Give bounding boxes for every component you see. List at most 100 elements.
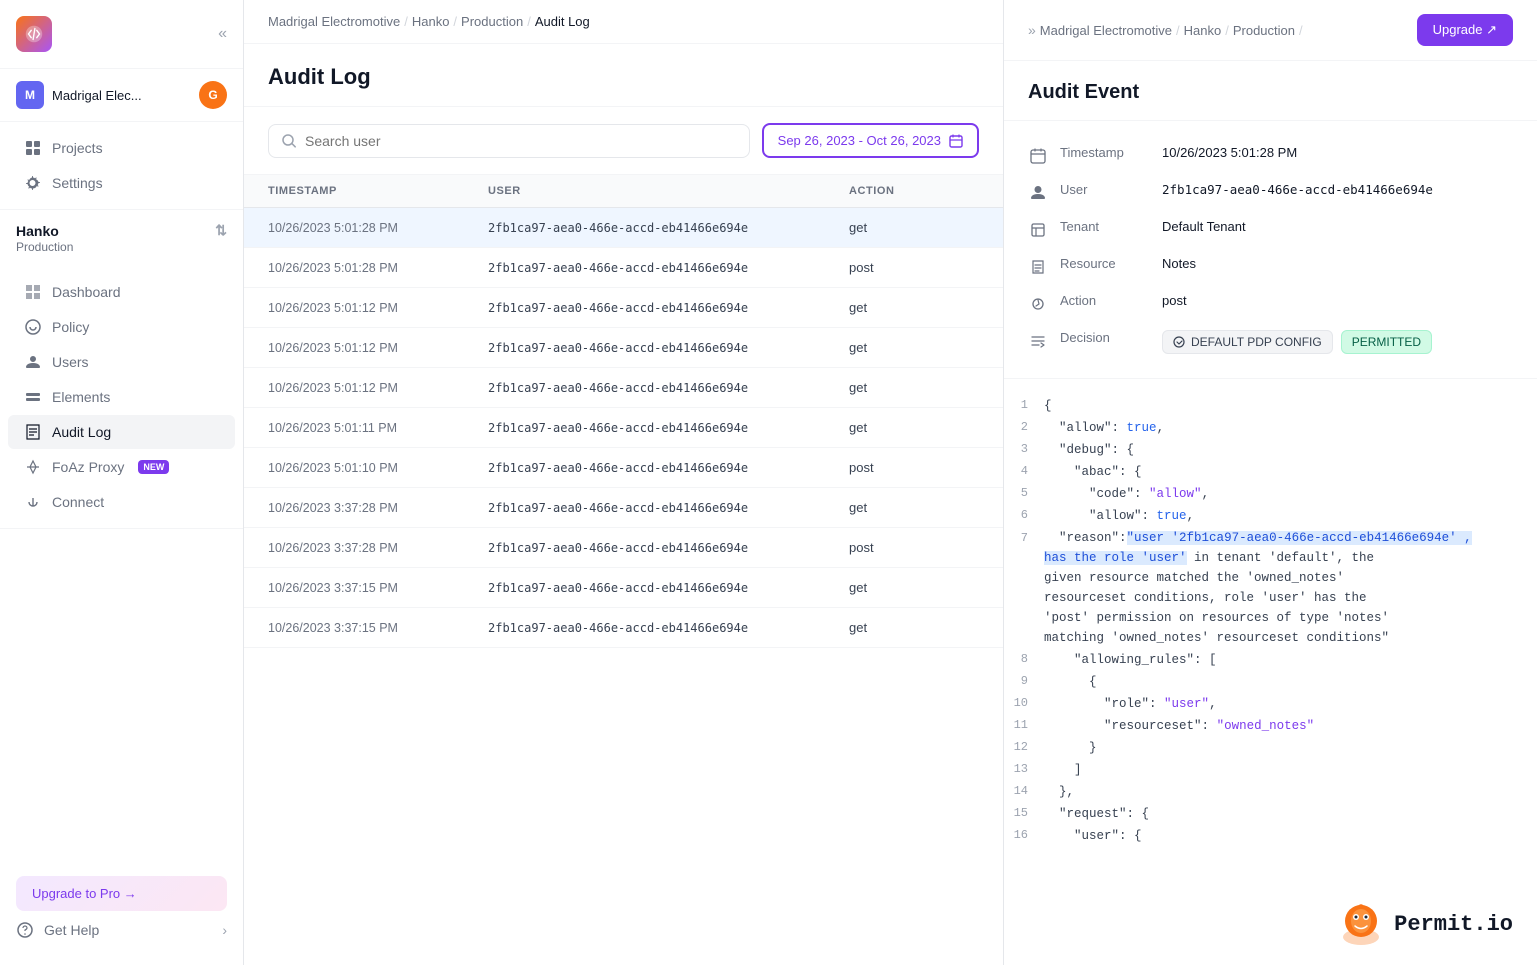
code-line-content: "role": "user", [1044,694,1537,714]
cell-user: 2fb1ca97-aea0-466e-accd-eb41466e694e [488,540,849,555]
line-number: 11 [1004,716,1044,736]
col-header-action: ACTION [849,185,979,197]
cell-action: get [849,420,979,435]
cell-action: get [849,380,979,395]
event-breadcrumb-madrigal[interactable]: Madrigal Electromotive [1040,23,1172,38]
cell-timestamp: 10/26/2023 3:37:28 PM [268,500,488,515]
sidebar-item-users[interactable]: Users [8,345,235,379]
cell-action: post [849,260,979,275]
detail-tenant: Tenant Default Tenant [1028,211,1513,248]
table-row[interactable]: 10/26/2023 5:01:28 PM 2fb1ca97-aea0-466e… [244,208,1003,248]
line-number: 10 [1004,694,1044,714]
pdp-icon [1173,336,1185,348]
code-line-content: { [1044,672,1537,692]
cell-timestamp: 10/26/2023 3:37:15 PM [268,620,488,635]
code-block: 1{2 "allow": true,3 "debug": {4 "abac": … [1004,379,1537,965]
cell-timestamp: 10/26/2023 3:37:15 PM [268,580,488,595]
sidebar-item-policy[interactable]: Policy [8,310,235,344]
calendar-icon [949,134,963,148]
table-row[interactable]: 10/26/2023 5:01:28 PM 2fb1ca97-aea0-466e… [244,248,1003,288]
table-row[interactable]: 10/26/2023 3:37:15 PM 2fb1ca97-aea0-466e… [244,568,1003,608]
detail-user: User 2fb1ca97-aea0-466e-accd-eb41466e694… [1028,174,1513,211]
get-help-item[interactable]: Get Help › [16,911,227,949]
cell-action: post [849,460,979,475]
cell-timestamp: 10/26/2023 3:37:28 PM [268,540,488,555]
detail-action: Action post [1028,285,1513,322]
breadcrumb-madrigal[interactable]: Madrigal Electromotive [268,14,400,29]
sidebar-item-policy-label: Policy [52,319,89,335]
sidebar-item-dashboard[interactable]: Dashboard [8,275,235,309]
cell-action: get [849,580,979,595]
table-row[interactable]: 10/26/2023 5:01:12 PM 2fb1ca97-aea0-466e… [244,328,1003,368]
decision-label: Decision [1060,330,1150,345]
sidebar-item-audit-log[interactable]: Audit Log [8,415,235,449]
table-row[interactable]: 10/26/2023 5:01:11 PM 2fb1ca97-aea0-466e… [244,408,1003,448]
cell-action: get [849,340,979,355]
audit-log-title-area: Audit Log [244,44,1003,107]
resource-icon [1028,257,1048,277]
table-row[interactable]: 10/26/2023 5:01:12 PM 2fb1ca97-aea0-466e… [244,288,1003,328]
sidebar-item-dashboard-label: Dashboard [52,284,121,300]
env-section: Hanko ⇅ Production [0,210,243,266]
sidebar-item-settings[interactable]: Settings [8,166,235,200]
cell-timestamp: 10/26/2023 5:01:12 PM [268,380,488,395]
detail-resource: Resource Notes [1028,248,1513,285]
cell-user: 2fb1ca97-aea0-466e-accd-eb41466e694e [488,260,849,275]
env-name[interactable]: Hanko ⇅ [16,222,227,239]
tenant-icon [1028,220,1048,240]
sidebar-item-connect[interactable]: Connect [8,485,235,519]
table-row[interactable]: 10/26/2023 3:37:28 PM 2fb1ca97-aea0-466e… [244,528,1003,568]
decision-badges: DEFAULT PDP CONFIG PERMITTED [1162,330,1432,354]
cell-timestamp: 10/26/2023 5:01:12 PM [268,300,488,315]
event-breadcrumb-hanko[interactable]: Hanko [1184,23,1222,38]
table-row[interactable]: 10/26/2023 3:37:28 PM 2fb1ca97-aea0-466e… [244,488,1003,528]
col-header-timestamp: TIMESTAMP [268,185,488,197]
code-line-content: }, [1044,782,1537,802]
workspace-selector[interactable]: M Madrigal Elec... G [0,69,243,122]
get-help-chevron-icon: › [222,922,227,938]
breadcrumb-production[interactable]: Production [461,14,523,29]
gear-icon [24,174,42,192]
workspace-name: Madrigal Elec... [52,88,191,103]
upgrade-to-pro-button[interactable]: Upgrade to Pro → [16,876,227,911]
table-row[interactable]: 10/26/2023 5:01:10 PM 2fb1ca97-aea0-466e… [244,448,1003,488]
env-chevron-icon: ⇅ [215,222,227,239]
line-number: 3 [1004,440,1044,460]
cell-user: 2fb1ca97-aea0-466e-accd-eb41466e694e [488,500,849,515]
cell-timestamp: 10/26/2023 5:01:28 PM [268,220,488,235]
action-value: post [1162,293,1513,308]
table-row[interactable]: 10/26/2023 5:01:12 PM 2fb1ca97-aea0-466e… [244,368,1003,408]
sidebar-item-elements[interactable]: Elements [8,380,235,414]
timestamp-value: 10/26/2023 5:01:28 PM [1162,145,1513,160]
code-line-content: "debug": { [1044,440,1537,460]
search-box[interactable] [268,124,750,158]
sidebar: « M Madrigal Elec... G Projects [0,0,244,965]
search-input[interactable] [305,133,737,149]
breadcrumb-current: Audit Log [535,14,590,29]
sidebar-item-foaz-proxy[interactable]: FoAz Proxy NEW [8,450,235,484]
sidebar-item-audit-log-label: Audit Log [52,424,111,440]
sidebar-item-foaz-proxy-label: FoAz Proxy [52,459,124,475]
line-number: 16 [1004,826,1044,846]
date-filter-button[interactable]: Sep 26, 2023 - Oct 26, 2023 [762,123,979,158]
line-number: 13 [1004,760,1044,780]
user-detail-icon [1028,183,1048,203]
table-row[interactable]: 10/26/2023 3:37:15 PM 2fb1ca97-aea0-466e… [244,608,1003,648]
policy-icon [24,318,42,336]
audit-log-breadcrumb: Madrigal Electromotive / Hanko / Product… [244,0,1003,44]
breadcrumb-hanko[interactable]: Hanko [412,14,450,29]
table-header: TIMESTAMP USER ACTION [244,175,1003,208]
line-number: 9 [1004,672,1044,692]
code-line-content: "user": { [1044,826,1537,846]
cell-action: get [849,300,979,315]
upgrade-button[interactable]: Upgrade ↗ [1417,14,1513,46]
event-breadcrumb-production[interactable]: Production [1233,23,1295,38]
sidebar-item-projects[interactable]: Projects [8,131,235,165]
resource-value: Notes [1162,256,1513,271]
foaz-icon [24,458,42,476]
user-avatar: G [199,81,227,109]
sidebar-collapse-button[interactable]: « [218,25,227,43]
dashboard-icon [24,283,42,301]
env-nav: Dashboard Policy Users Elements Audit Lo… [0,266,243,529]
code-line-content: "resourceset": "owned_notes" [1044,716,1537,736]
